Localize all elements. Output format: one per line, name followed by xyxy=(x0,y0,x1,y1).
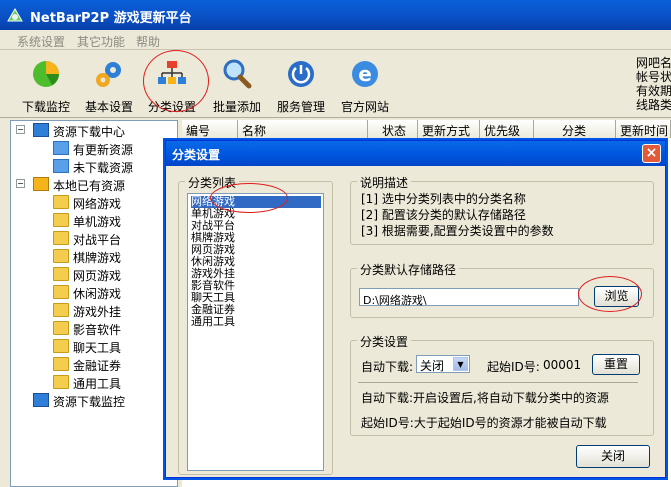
column-header-id[interactable]: 编号 xyxy=(182,120,238,138)
download-center-icon xyxy=(33,123,49,137)
menu-system-settings[interactable]: 系统设置 xyxy=(17,33,65,50)
column-header-category[interactable]: 分类 xyxy=(534,120,616,138)
column-header-priority[interactable]: 优先级 xyxy=(480,120,534,138)
folder-icon xyxy=(53,357,69,371)
folder-icon xyxy=(53,195,69,209)
toolbar-download-monitor-button[interactable]: 下载监控 xyxy=(18,56,74,116)
resource-tree[interactable]: − 资源下载中心 有更新资源 未下载资源 − 本地已有资源 网络游戏 单机游戏 … xyxy=(10,120,178,487)
dialog-title-bar[interactable]: 分类设置 × xyxy=(166,141,665,166)
folder-icon xyxy=(53,249,69,263)
folder-icon xyxy=(53,375,69,389)
account-info-panel: 网吧名 帐号状 有效期 线路类 xyxy=(636,56,671,112)
dialog-close-button[interactable]: × xyxy=(642,144,661,163)
storage-path-input[interactable]: D:\网络游戏\ xyxy=(359,288,579,307)
reset-button[interactable]: 重置 xyxy=(592,354,640,375)
auto-download-label: 自动下载: xyxy=(361,360,414,374)
chevron-down-icon: ▼ xyxy=(453,357,468,371)
collapse-toggle[interactable]: − xyxy=(16,179,25,188)
start-id-label: 起始ID号: xyxy=(487,360,540,374)
auto-download-note: 自动下载:开启设置后,将自动下载分类中的资源 xyxy=(361,391,609,405)
menu-help[interactable]: 帮助 xyxy=(136,33,160,50)
toolbar-service-management-button[interactable]: 服务管理 xyxy=(274,56,328,116)
folder-icon xyxy=(53,303,69,317)
download-monitor-icon xyxy=(33,61,59,87)
column-header-status[interactable]: 状态 xyxy=(368,120,418,138)
resource-table-header: 编号 名称 状态 更新方式 优先级 分类 更新时间 xyxy=(182,120,671,138)
toolbar-official-website-button[interactable]: e 官方网站 xyxy=(338,56,392,116)
folder-icon xyxy=(53,267,69,281)
menu-other-functions[interactable]: 其它功能 xyxy=(77,33,125,50)
toolbar-batch-add-button[interactable]: 批量添加 xyxy=(210,56,264,116)
menu-bar: 系统设置 其它功能 帮助 xyxy=(0,30,671,50)
column-header-update-time[interactable]: 更新时间 xyxy=(616,120,671,138)
folder-icon xyxy=(53,339,69,353)
close-button[interactable]: 关闭 xyxy=(576,445,650,468)
toolbar-basic-settings-button[interactable]: 基本设置 xyxy=(82,56,136,116)
gears-icon xyxy=(96,62,121,87)
power-icon xyxy=(288,61,314,87)
folder-icon xyxy=(53,213,69,227)
pending-icon xyxy=(53,159,69,173)
folder-icon xyxy=(53,285,69,299)
category-settings-dialog: 分类设置 × 分类列表 网络游戏 单机游戏 对战平台 棋牌游戏 网页游戏 休闲游… xyxy=(165,140,666,478)
start-id-value: 00001 xyxy=(543,358,582,372)
title-bar: NetBarP2P 游戏更新平台 xyxy=(0,0,671,30)
category-tree-icon xyxy=(158,61,186,84)
browse-button[interactable]: 浏览 xyxy=(594,286,639,307)
folder-icon xyxy=(53,231,69,245)
description-line: [3] 根据需要,配置分类设置中的参数 xyxy=(361,224,554,238)
update-icon xyxy=(53,141,69,155)
local-resources-icon xyxy=(33,177,49,191)
divider xyxy=(358,382,638,383)
dialog-title: 分类设置 xyxy=(172,148,221,162)
description-line: [2] 配置该分类的默认存储路径 xyxy=(361,208,526,222)
description-line: [1] 选中分类列表中的分类名称 xyxy=(361,192,526,206)
start-id-note: 起始ID号:大于起始ID号的资源才能被自动下载 xyxy=(361,416,607,430)
collapse-toggle[interactable]: − xyxy=(16,125,25,134)
column-header-update-mode[interactable]: 更新方式 xyxy=(418,120,480,138)
svg-text:e: e xyxy=(358,62,372,86)
magnifier-icon xyxy=(223,59,252,89)
column-header-name[interactable]: 名称 xyxy=(238,120,368,138)
category-list[interactable]: 网络游戏 单机游戏 对战平台 棋牌游戏 网页游戏 休闲游戏 游戏外挂 影音软件 … xyxy=(187,193,324,471)
toolbar: 下载监控 基本设置 分类设置 批量添加 服务管理 e 官方网站 xyxy=(0,50,671,118)
folder-icon xyxy=(53,321,69,335)
close-icon: × xyxy=(645,145,658,161)
auto-download-select[interactable]: 关闭 ▼ xyxy=(416,355,470,373)
monitor-icon xyxy=(33,393,49,407)
ie-icon: e xyxy=(352,61,378,87)
toolbar-category-settings-button[interactable]: 分类设置 xyxy=(146,56,198,116)
window-title: NetBarP2P 游戏更新平台 xyxy=(30,11,192,26)
app-logo-icon xyxy=(7,8,23,22)
list-item[interactable]: 通用工具 xyxy=(191,316,321,328)
